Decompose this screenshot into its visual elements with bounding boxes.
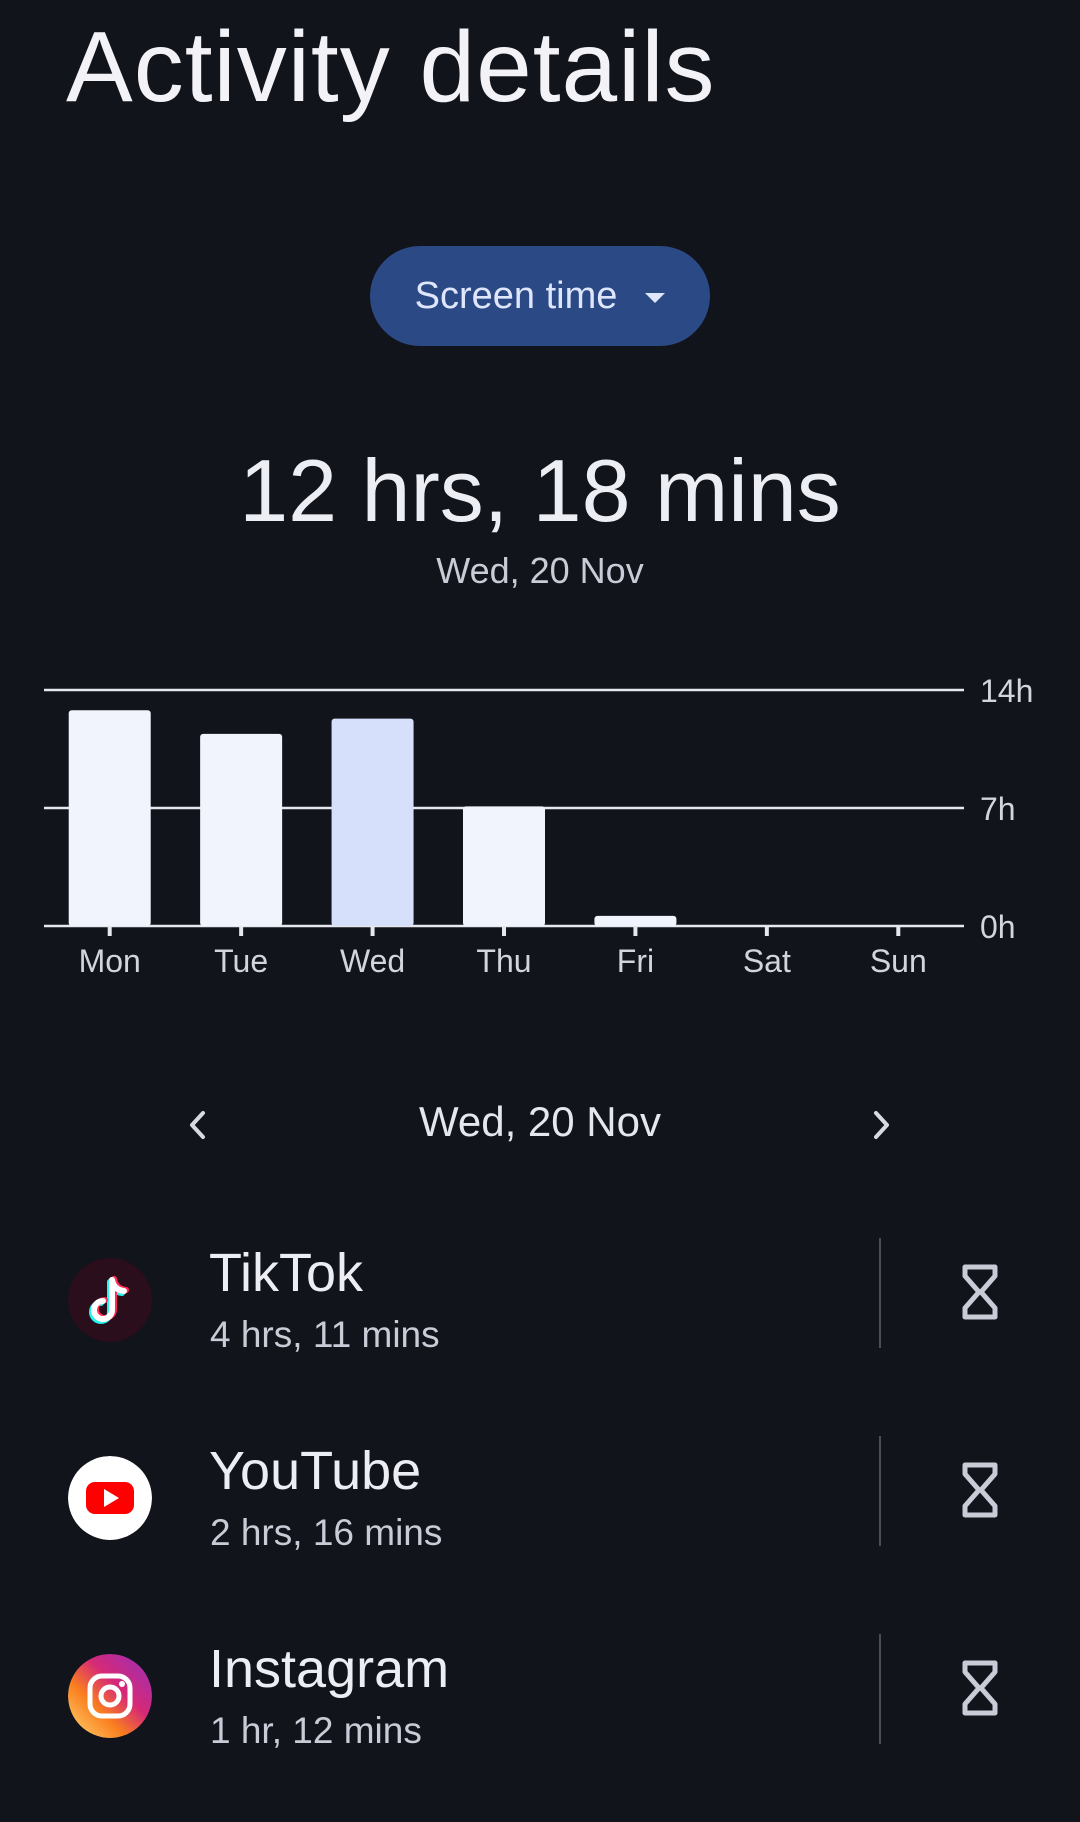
app-timer-button[interactable] [944, 1448, 1016, 1532]
selected-day-label: Wed, 20 Nov [418, 1098, 661, 1145]
app-row-tiktok[interactable]: TikTok 4 hrs, 11 mins [0, 1228, 1080, 1426]
hourglass-icon [962, 1264, 998, 1320]
app-row-instagram[interactable]: Instagram 1 hr, 12 mins [0, 1624, 1080, 1822]
total-screen-time: 12 hrs, 18 mins [239, 441, 841, 540]
app-usage-time: 4 hrs, 11 mins [210, 1314, 440, 1355]
app-usage-time: 1 hr, 12 mins [210, 1710, 422, 1751]
x-tick-label: Tue [214, 943, 268, 979]
x-tick-label: Mon [79, 943, 141, 979]
app-row-youtube[interactable]: YouTube 2 hrs, 16 mins [0, 1426, 1080, 1624]
x-tick-label: Sat [743, 943, 791, 979]
row-divider [879, 1238, 881, 1348]
y-tick-label: 14h [980, 673, 1033, 709]
summary-date: Wed, 20 Nov [436, 550, 644, 591]
dropdown-arrow-icon [645, 293, 666, 303]
x-tick-label: Sun [870, 943, 927, 979]
x-tick-label: Thu [476, 943, 531, 979]
chart-bar [463, 806, 545, 926]
x-tick-label: Wed [340, 943, 405, 979]
page-title: Activity details [66, 11, 716, 123]
metric-dropdown-label: Screen time [414, 274, 618, 317]
instagram-icon [68, 1654, 152, 1738]
x-tick-label: Fri [617, 943, 654, 979]
hourglass-icon [962, 1462, 998, 1518]
row-divider [879, 1436, 881, 1546]
app-timer-button[interactable] [944, 1646, 1016, 1730]
chart-bar [594, 915, 677, 926]
y-tick-label: 0h [980, 909, 1016, 945]
y-tick-label: 7h [980, 791, 1016, 827]
app-usage-time: 2 hrs, 16 mins [210, 1512, 443, 1553]
app-timer-button[interactable] [944, 1250, 1016, 1334]
tiktok-icon [68, 1258, 152, 1342]
row-divider [879, 1634, 881, 1744]
chart-bar [68, 710, 151, 926]
usage-bar-chart: 0h 7h 14h Mon Tue Wed Thu Fri Sat Sun [44, 673, 1033, 979]
metric-dropdown[interactable]: Screen time [370, 246, 710, 346]
hourglass-icon [962, 1660, 998, 1716]
chevron-right-icon [874, 1111, 889, 1139]
app-name: Instagram [209, 1639, 450, 1699]
next-day-button[interactable] [846, 1090, 916, 1160]
chart-bar [200, 733, 283, 926]
chart-bar [331, 718, 414, 926]
app-usage-list: TikTok 4 hrs, 11 mins YouTube 2 hrs, 16 … [0, 1228, 1080, 1822]
day-navigation: Wed, 20 Nov [0, 1090, 1080, 1160]
app-name: TikTok [209, 1243, 364, 1303]
youtube-icon [68, 1456, 152, 1540]
app-name: YouTube [209, 1441, 422, 1501]
